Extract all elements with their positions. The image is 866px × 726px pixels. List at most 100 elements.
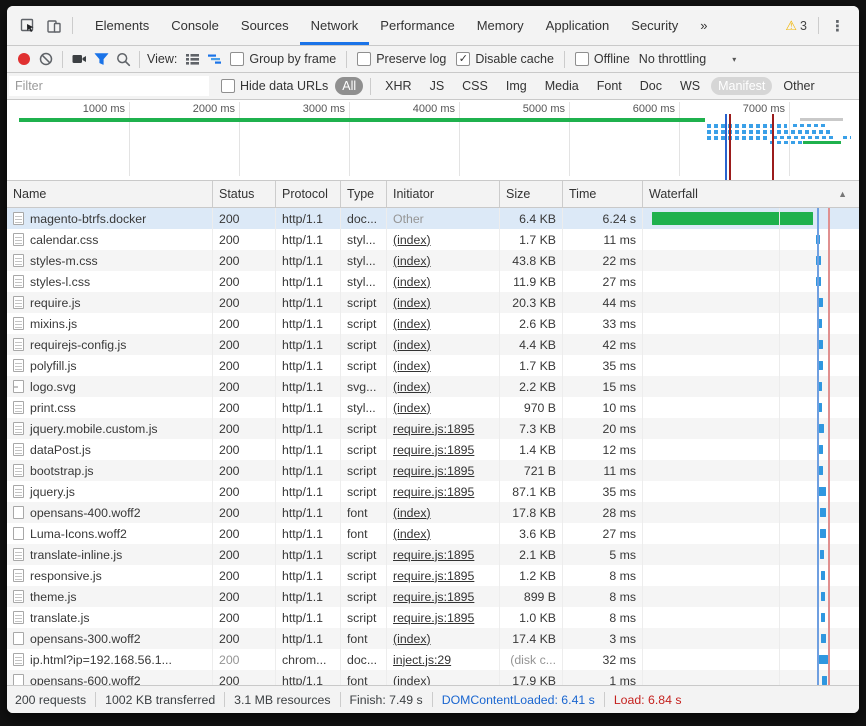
waterfall-cell[interactable] xyxy=(643,334,859,355)
waterfall-cell[interactable] xyxy=(643,418,859,439)
clear-button[interactable] xyxy=(35,48,57,70)
device-toolbar-icon[interactable] xyxy=(44,16,64,36)
request-name-cell[interactable]: styles-l.css xyxy=(7,271,213,292)
table-row[interactable]: dataPost.js200http/1.1scriptrequire.js:1… xyxy=(7,439,859,460)
initiator-link[interactable]: (index) xyxy=(393,401,431,415)
initiator-link[interactable]: require.js:1895 xyxy=(393,590,474,604)
request-name-cell[interactable]: requirejs-config.js xyxy=(7,334,213,355)
filter-input[interactable] xyxy=(9,76,209,96)
request-name-cell[interactable]: calendar.css xyxy=(7,229,213,250)
table-row[interactable]: opensans-300.woff2200http/1.1font(index)… xyxy=(7,628,859,649)
column-header-protocol[interactable]: Protocol xyxy=(276,181,341,207)
table-row[interactable]: requirejs-config.js200http/1.1script(ind… xyxy=(7,334,859,355)
waterfall-cell[interactable] xyxy=(643,607,859,628)
table-row[interactable]: calendar.css200http/1.1styl...(index)1.7… xyxy=(7,229,859,250)
request-name-cell[interactable]: mixins.js xyxy=(7,313,213,334)
filter-funnel-button[interactable] xyxy=(90,48,112,70)
hide-data-urls-checkbox[interactable]: ✓ Hide data URLs xyxy=(221,79,328,93)
column-header-status[interactable]: Status xyxy=(213,181,276,207)
request-name-cell[interactable]: responsive.js xyxy=(7,565,213,586)
table-row[interactable]: Luma-Icons.woff2200http/1.1font(index)3.… xyxy=(7,523,859,544)
request-name-cell[interactable]: opensans-300.woff2 xyxy=(7,628,213,649)
waterfall-cell[interactable] xyxy=(643,250,859,271)
waterfall-cell[interactable] xyxy=(643,397,859,418)
table-row[interactable]: ip.html?ip=192.168.56.1...200chrom...doc… xyxy=(7,649,859,670)
tab-network[interactable]: Network xyxy=(300,6,370,45)
request-name-cell[interactable]: opensans-600.woff2 xyxy=(7,670,213,685)
filter-pill-ws[interactable]: WS xyxy=(673,77,707,95)
waterfall-cell[interactable] xyxy=(643,439,859,460)
initiator-link[interactable]: require.js:1895 xyxy=(393,485,474,499)
initiator-link[interactable]: (index) xyxy=(393,317,431,331)
network-overview[interactable]: 1000 ms2000 ms3000 ms4000 ms5000 ms6000 … xyxy=(7,100,859,181)
initiator-link[interactable]: (index) xyxy=(393,233,431,247)
column-header-time[interactable]: Time xyxy=(563,181,643,207)
request-name-cell[interactable]: magento-btrfs.docker xyxy=(7,208,213,229)
table-row[interactable]: bootstrap.js200http/1.1scriptrequire.js:… xyxy=(7,460,859,481)
table-row[interactable]: translate-inline.js200http/1.1scriptrequ… xyxy=(7,544,859,565)
tab-memory[interactable]: Memory xyxy=(466,6,535,45)
initiator-link[interactable]: require.js:1895 xyxy=(393,464,474,478)
waterfall-cell[interactable] xyxy=(643,565,859,586)
initiator-link[interactable]: (index) xyxy=(393,338,431,352)
request-name-cell[interactable]: jquery.mobile.custom.js xyxy=(7,418,213,439)
initiator-link[interactable]: (index) xyxy=(393,296,431,310)
column-header-waterfall[interactable]: Waterfall▲ xyxy=(643,181,859,207)
initiator-link[interactable]: require.js:1895 xyxy=(393,569,474,583)
filter-pill-manifest[interactable]: Manifest xyxy=(711,77,772,95)
initiator-link[interactable]: require.js:1895 xyxy=(393,548,474,562)
column-header-size[interactable]: Size xyxy=(500,181,563,207)
screenshot-capture-button[interactable] xyxy=(68,48,90,70)
waterfall-cell[interactable] xyxy=(643,460,859,481)
request-name-cell[interactable]: jquery.js xyxy=(7,481,213,502)
tab-sources[interactable]: Sources xyxy=(230,6,300,45)
initiator-link[interactable]: (index) xyxy=(393,506,431,520)
tab-application[interactable]: Application xyxy=(535,6,621,45)
waterfall-cell[interactable] xyxy=(643,271,859,292)
request-name-cell[interactable]: theme.js xyxy=(7,586,213,607)
table-row[interactable]: print.css200http/1.1styl...(index)970 B1… xyxy=(7,397,859,418)
table-row[interactable]: polyfill.js200http/1.1script(index)1.7 K… xyxy=(7,355,859,376)
waterfall-cell[interactable] xyxy=(643,544,859,565)
waterfall-cell[interactable] xyxy=(643,313,859,334)
request-name-cell[interactable]: translate-inline.js xyxy=(7,544,213,565)
tab-elements[interactable]: Elements xyxy=(84,6,160,45)
initiator-link[interactable]: (index) xyxy=(393,359,431,373)
waterfall-cell[interactable] xyxy=(643,376,859,397)
table-row[interactable]: magento-btrfs.docker200http/1.1doc...Oth… xyxy=(7,208,859,229)
request-name-cell[interactable]: polyfill.js xyxy=(7,355,213,376)
waterfall-cell[interactable] xyxy=(643,586,859,607)
table-row[interactable]: styles-m.css200http/1.1styl...(index)43.… xyxy=(7,250,859,271)
table-row[interactable]: logo.svg200http/1.1svg...(index)2.2 KB15… xyxy=(7,376,859,397)
offline-checkbox[interactable]: ✓ Offline xyxy=(575,52,630,66)
initiator-link[interactable]: (index) xyxy=(393,632,431,646)
disable-cache-checkbox[interactable]: ✓ Disable cache xyxy=(456,52,554,66)
use-large-rows-icon[interactable] xyxy=(181,48,203,70)
initiator-link[interactable]: inject.js:29 xyxy=(393,653,451,667)
more-tabs-button[interactable]: » xyxy=(689,6,718,45)
column-header-type[interactable]: Type xyxy=(341,181,387,207)
waterfall-cell[interactable] xyxy=(643,628,859,649)
request-name-cell[interactable]: opensans-400.woff2 xyxy=(7,502,213,523)
table-row[interactable]: opensans-400.woff2200http/1.1font(index)… xyxy=(7,502,859,523)
filter-pill-img[interactable]: Img xyxy=(499,77,534,95)
column-header-name[interactable]: Name xyxy=(7,181,213,207)
filter-pill-css[interactable]: CSS xyxy=(455,77,495,95)
initiator-link[interactable]: (index) xyxy=(393,527,431,541)
initiator-link[interactable]: require.js:1895 xyxy=(393,443,474,457)
tab-security[interactable]: Security xyxy=(620,6,689,45)
initiator-link[interactable]: require.js:1895 xyxy=(393,611,474,625)
table-row[interactable]: responsive.js200http/1.1scriptrequire.js… xyxy=(7,565,859,586)
initiator-link[interactable]: (index) xyxy=(393,275,431,289)
waterfall-cell[interactable] xyxy=(643,481,859,502)
initiator-link[interactable]: require.js:1895 xyxy=(393,422,474,436)
sort-ascending-icon[interactable]: ▲ xyxy=(838,189,847,199)
waterfall-cell[interactable] xyxy=(643,355,859,376)
waterfall-cell[interactable] xyxy=(643,670,859,685)
warning-icon[interactable]: ⚠ xyxy=(785,18,797,34)
tab-console[interactable]: Console xyxy=(160,6,230,45)
initiator-link[interactable]: (index) xyxy=(393,674,431,686)
request-name-cell[interactable]: dataPost.js xyxy=(7,439,213,460)
table-row[interactable]: styles-l.css200http/1.1styl...(index)11.… xyxy=(7,271,859,292)
waterfall-cell[interactable] xyxy=(643,208,859,229)
